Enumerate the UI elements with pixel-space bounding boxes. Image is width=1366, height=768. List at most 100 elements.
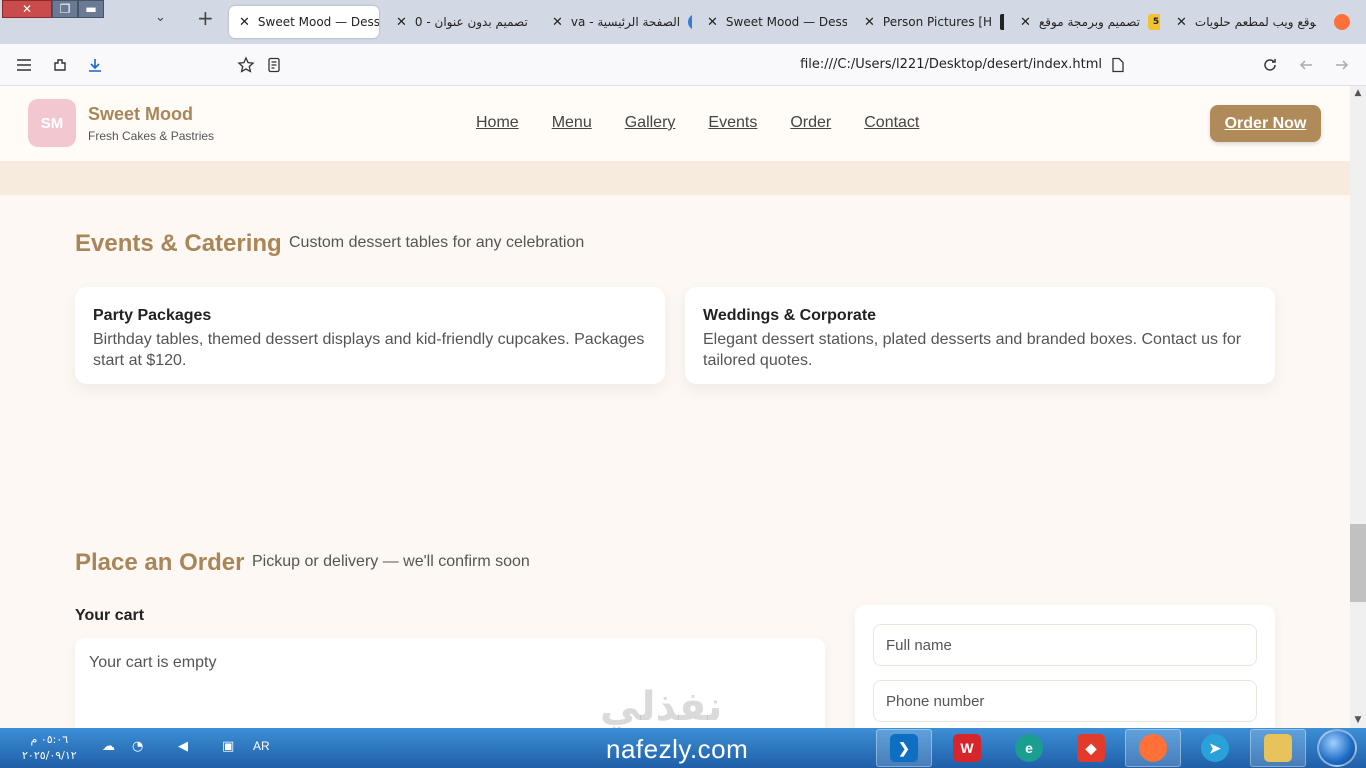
cart-label: Your cart [75, 607, 145, 624]
firefox-icon [1334, 14, 1350, 30]
file-explorer-app[interactable] [1250, 729, 1306, 767]
phone-number-input[interactable] [873, 680, 1257, 722]
taskbar-clock[interactable]: ٠٥:٠٦ م ٢٠٢٥/٠٩/١٢ [22, 732, 77, 764]
window-minimize-button[interactable]: ▬ [78, 0, 104, 18]
wps-app[interactable]: W [939, 729, 995, 767]
nav-gallery[interactable]: Gallery [625, 114, 676, 132]
list-all-tabs-icon[interactable]: ⌄ [155, 10, 166, 25]
page-file-icon [1106, 53, 1130, 77]
nav-contact[interactable]: Contact [864, 114, 919, 132]
watermark-latin: nafezly.com [606, 734, 749, 764]
tab-nafezly-project[interactable]: ✕ تصميم وبرمجة موقع 5 [1020, 6, 1160, 38]
order-form [855, 605, 1275, 728]
volume-icon[interactable]: ◀ [178, 739, 188, 754]
onedrive-icon[interactable]: ☁ [102, 739, 115, 754]
forward-arrow-icon[interactable] [1330, 53, 1354, 77]
logo[interactable]: SM [28, 99, 76, 147]
anydesk-app[interactable]: ◆ [1063, 729, 1119, 767]
url-text: file:///C:/Users/l221/Desktop/desert/ind… [800, 57, 1102, 72]
address-bar[interactable]: file:///C:/Users/l221/Desktop/desert/ind… [232, 49, 1136, 81]
network-icon[interactable]: ◔ [132, 739, 143, 754]
tab-sweet-mood-active[interactable]: ✕ Sweet Mood — Desse [229, 6, 379, 38]
input-language[interactable]: AR [253, 739, 270, 753]
wps-office-icon: W [953, 734, 981, 762]
site-header: SM Sweet Mood Fresh Cakes & Pastries Hom… [0, 86, 1350, 161]
tab-close-icon[interactable]: ✕ [396, 15, 407, 30]
tab-chatgpt[interactable]: ✕ موقع ويب لمطعم حلويات ✿ [1176, 6, 1316, 38]
webpage: SM Sweet Mood Fresh Cakes & Pastries Hom… [0, 86, 1350, 728]
edge-icon: e [1015, 734, 1043, 762]
tab-sweet-mood[interactable]: ✕ Sweet Mood — Desse [707, 6, 847, 38]
edge-app[interactable]: e [1001, 729, 1057, 767]
tab-title: الصفحة الرئيسية - va [570, 15, 681, 29]
order-title: Place an Order [75, 549, 245, 576]
main-nav: Home Menu Gallery Events Order Contact [476, 114, 952, 132]
start-button[interactable] [1317, 729, 1357, 767]
card-text: Birthday tables, themed dessert displays… [93, 331, 645, 369]
tab-canva-home[interactable]: ✕ الصفحة الرئيسية - va C [552, 6, 692, 38]
scroll-down-icon[interactable]: ▼ [1350, 713, 1366, 727]
watermark-arabic: نفذلي [600, 684, 723, 728]
section-divider-band [0, 161, 1350, 195]
telegram-icon: ➤ [1201, 734, 1229, 762]
unsplash-icon [1000, 14, 1004, 30]
scroll-up-icon[interactable]: ▲ [1350, 86, 1366, 100]
tab-close-icon[interactable]: ✕ [552, 15, 563, 30]
tab-title: تصميم وبرمجة موقع [1038, 15, 1140, 29]
tab-close-icon[interactable]: ✕ [864, 15, 875, 30]
brand-tagline: Fresh Cakes & Pastries [88, 129, 215, 143]
card-text: Elegant dessert stations, plated dessert… [703, 331, 1242, 369]
party-packages-card: Party Packages Birthday tables, themed d… [75, 287, 665, 384]
scrollbar-thumb[interactable] [1350, 524, 1366, 602]
firefox-icon [1139, 734, 1167, 762]
back-arrow-icon[interactable] [1294, 53, 1318, 77]
taskbar: ٠٥:٠٦ م ٢٠٢٥/٠٩/١٢ ☁ ◔ ◀ ▣ AR nafezly.co… [0, 728, 1366, 768]
card-title: Weddings & Corporate [703, 307, 877, 324]
tab-close-icon[interactable]: ✕ [239, 15, 250, 30]
nav-order[interactable]: Order [790, 114, 831, 132]
tab-person-pictures[interactable]: ✕ Person Pictures [H [864, 6, 1004, 38]
keyboard-icon[interactable]: ▣ [222, 739, 234, 754]
tab-close-icon[interactable]: ✕ [707, 15, 718, 30]
window-close-button[interactable]: ✕ [2, 0, 52, 18]
firefox-view-button[interactable] [1334, 6, 1358, 38]
firefox-app[interactable] [1125, 729, 1181, 767]
tab-close-icon[interactable]: ✕ [1176, 15, 1187, 30]
events-title: Events & Catering [75, 230, 282, 257]
extensions-icon[interactable] [48, 53, 72, 77]
canva-icon: C [688, 14, 692, 30]
page-scrollbar[interactable] [1350, 86, 1366, 728]
card-title: Party Packages [93, 307, 212, 324]
tab-canva-untitled[interactable]: ✕ تصميم بدون عنوان - 0 C [396, 6, 536, 38]
clock-time: ٠٥:٠٦ م [30, 733, 69, 746]
downloads-icon[interactable] [83, 53, 107, 77]
full-name-input[interactable] [873, 624, 1257, 666]
bookmark-star-icon[interactable] [234, 53, 258, 77]
menu-icon[interactable] [12, 53, 36, 77]
badge-5-icon: 5 [1147, 14, 1160, 30]
telegram-app[interactable]: ➤ [1187, 729, 1243, 767]
nav-menu[interactable]: Menu [552, 114, 592, 132]
tab-close-icon[interactable]: ✕ [1020, 15, 1031, 30]
window-controls: ✕ ❐ ▬ [2, 0, 104, 18]
vscode-icon: ❯ [890, 734, 918, 762]
folder-icon [1264, 734, 1292, 762]
nav-home[interactable]: Home [476, 114, 519, 132]
reader-view-icon[interactable] [262, 53, 286, 77]
reload-icon[interactable] [1258, 53, 1282, 77]
tab-title: Sweet Mood — Desse [725, 15, 847, 29]
order-subtitle: Pickup or delivery — we'll confirm soon [252, 553, 530, 570]
vscode-app[interactable]: ❯ [876, 729, 932, 767]
browser-toolbar: file:///C:/Users/l221/Desktop/desert/ind… [0, 44, 1366, 86]
new-tab-button[interactable]: + [197, 8, 214, 28]
tab-title: Person Pictures [H [882, 15, 993, 29]
tab-title: موقع ويب لمطعم حلويات [1194, 15, 1316, 29]
window-maximize-button[interactable]: ❐ [52, 0, 78, 18]
order-now-button[interactable]: Order Now [1210, 105, 1321, 142]
cart-empty-text: Your cart is empty [89, 654, 217, 671]
clock-date: ٢٠٢٥/٠٩/١٢ [22, 749, 77, 762]
nav-events[interactable]: Events [708, 114, 757, 132]
browser-tab-bar: ✕ ❐ ▬ ⌄ + ✕ Sweet Mood — Desse ✕ تصميم ب… [0, 0, 1366, 44]
events-subtitle: Custom dessert tables for any celebratio… [289, 234, 585, 251]
brand-name: Sweet Mood [88, 104, 194, 124]
